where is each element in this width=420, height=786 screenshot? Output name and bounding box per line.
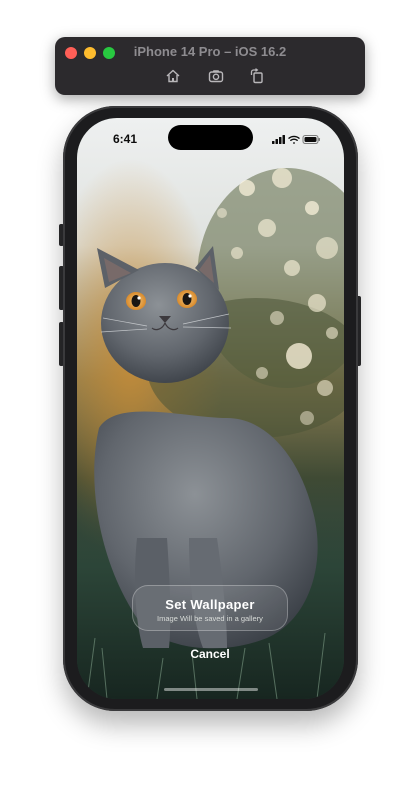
set-wallpaper-subtitle: Image Will be saved in a gallery [157,614,263,623]
rotate-icon[interactable] [249,68,265,84]
status-time: 6:41 [113,132,138,146]
phone-screen: 6:41 Set Wallpaper Image Will be saved i [77,118,344,699]
screenshot-icon[interactable] [208,68,224,84]
dynamic-island [168,125,253,150]
simulator-title: iPhone 14 Pro – iOS 16.2 [133,44,287,59]
set-wallpaper-button[interactable]: Set Wallpaper Image Will be saved in a g… [132,585,288,631]
simulator-toolbar: iPhone 14 Pro – iOS 16.2 [55,37,365,95]
set-wallpaper-label: Set Wallpaper [165,597,255,612]
home-icon[interactable] [165,68,181,84]
cancel-button[interactable]: Cancel [170,647,250,661]
wifi-icon [288,135,300,144]
status-icons [272,133,322,145]
battery-icon [302,135,320,144]
cellular-signal-icon [272,135,285,144]
home-indicator[interactable] [164,688,258,691]
